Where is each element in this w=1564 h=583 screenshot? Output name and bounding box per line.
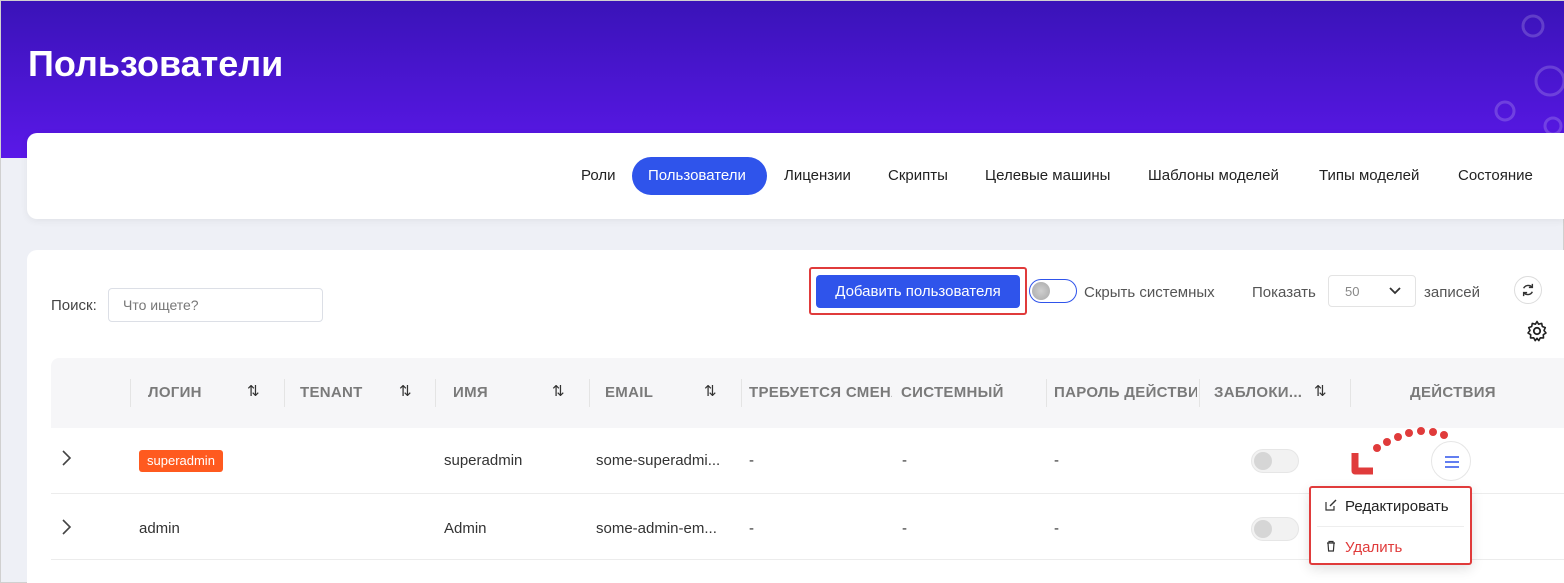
refresh-button[interactable] (1514, 276, 1542, 304)
password-valid-cell: - (1054, 452, 1059, 469)
page-size-value: 50 (1345, 284, 1360, 299)
system-cell: - (902, 520, 907, 537)
trash-icon (1327, 540, 1335, 552)
blocked-toggle[interactable] (1251, 517, 1299, 541)
sort-arrows-icon[interactable]: ⇅ (247, 382, 260, 400)
sort-arrows-icon[interactable]: ⇅ (1314, 382, 1327, 400)
column-header-tenant[interactable]: TENANT (300, 384, 363, 401)
actions-dropdown: Редактировать Удалить (1309, 486, 1472, 565)
annotation-arrow-icon (1351, 427, 1448, 475)
name-cell: Admin (444, 520, 487, 537)
edit-label: Редактировать (1345, 498, 1449, 515)
column-header-system[interactable]: СИСТЕМНЫЙ (901, 384, 1004, 401)
page-title: Пользователи (28, 43, 284, 84)
system-cell: - (902, 452, 907, 469)
column-divider (741, 379, 742, 407)
column-header-login[interactable]: ЛОГИН (148, 384, 202, 401)
menu-divider (1317, 526, 1464, 527)
email-cell: some-admin-em... (596, 520, 717, 537)
column-divider (1350, 379, 1351, 407)
tab-roles[interactable]: Роли (565, 157, 632, 195)
column-divider (1199, 379, 1200, 407)
sort-arrows-icon[interactable]: ⇅ (552, 382, 565, 400)
delete-label: Удалить (1345, 539, 1403, 556)
show-label: Показать (1252, 284, 1316, 301)
chevron-right-icon[interactable] (60, 517, 72, 543)
tab-model-types[interactable]: Типы моделей (1303, 157, 1435, 195)
column-header-name[interactable]: ИМЯ (453, 384, 488, 401)
delete-menu-item[interactable]: Удалить (1325, 539, 1402, 556)
toggle-knob (1254, 520, 1272, 538)
chevron-down-icon (1389, 282, 1401, 303)
tab-status[interactable]: Состояние (1442, 157, 1549, 195)
chevron-right-icon[interactable] (60, 448, 72, 474)
login-cell: admin (139, 520, 180, 537)
column-header-actions: ДЕЙСТВИЯ (1410, 384, 1496, 401)
change-required-cell: - (749, 520, 754, 537)
column-header-password-valid[interactable]: ПАРОЛЬ ДЕЙСТВИ (1054, 384, 1197, 401)
sort-arrows-icon[interactable]: ⇅ (399, 382, 412, 400)
hide-system-toggle[interactable] (1029, 279, 1077, 303)
toggle-knob (1254, 452, 1272, 470)
tab-licenses[interactable]: Лицензии (768, 157, 867, 195)
search-input[interactable] (108, 288, 323, 322)
edit-icon (1325, 499, 1337, 511)
column-divider (130, 379, 131, 407)
records-label: записей (1424, 284, 1480, 301)
toggle-knob (1032, 282, 1050, 300)
column-divider (589, 379, 590, 407)
column-divider (1046, 379, 1047, 407)
tab-model-templates[interactable]: Шаблоны моделей (1132, 157, 1295, 195)
hide-system-label: Скрыть системных (1084, 284, 1215, 301)
search-label: Поиск: (51, 297, 97, 314)
login-badge: superadmin (139, 450, 223, 472)
edit-menu-item[interactable]: Редактировать (1325, 498, 1449, 515)
refresh-icon (1522, 283, 1534, 297)
blocked-toggle[interactable] (1251, 449, 1299, 473)
name-cell: superadmin (444, 452, 523, 469)
sort-arrows-icon[interactable]: ⇅ (704, 382, 717, 400)
email-cell: some-superadmi... (596, 452, 721, 469)
column-divider (284, 379, 285, 407)
add-user-button[interactable]: Добавить пользователя (816, 275, 1020, 308)
gear-icon[interactable] (1525, 319, 1549, 343)
column-header-blocked[interactable]: ЗАБЛОКИ... (1214, 384, 1302, 401)
column-header-change-required[interactable]: ТРЕБУЕТСЯ СМЕНА (749, 384, 892, 401)
change-required-cell: - (749, 452, 754, 469)
password-valid-cell: - (1054, 520, 1059, 537)
tab-target-machines[interactable]: Целевые машины (969, 157, 1126, 195)
column-divider (435, 379, 436, 407)
tab-scripts[interactable]: Скрипты (872, 157, 964, 195)
page-size-select[interactable]: 50 (1328, 275, 1416, 307)
column-header-email[interactable]: EMAIL (605, 384, 653, 401)
tab-users[interactable]: Пользователи (632, 157, 767, 195)
table-row (51, 428, 1564, 494)
